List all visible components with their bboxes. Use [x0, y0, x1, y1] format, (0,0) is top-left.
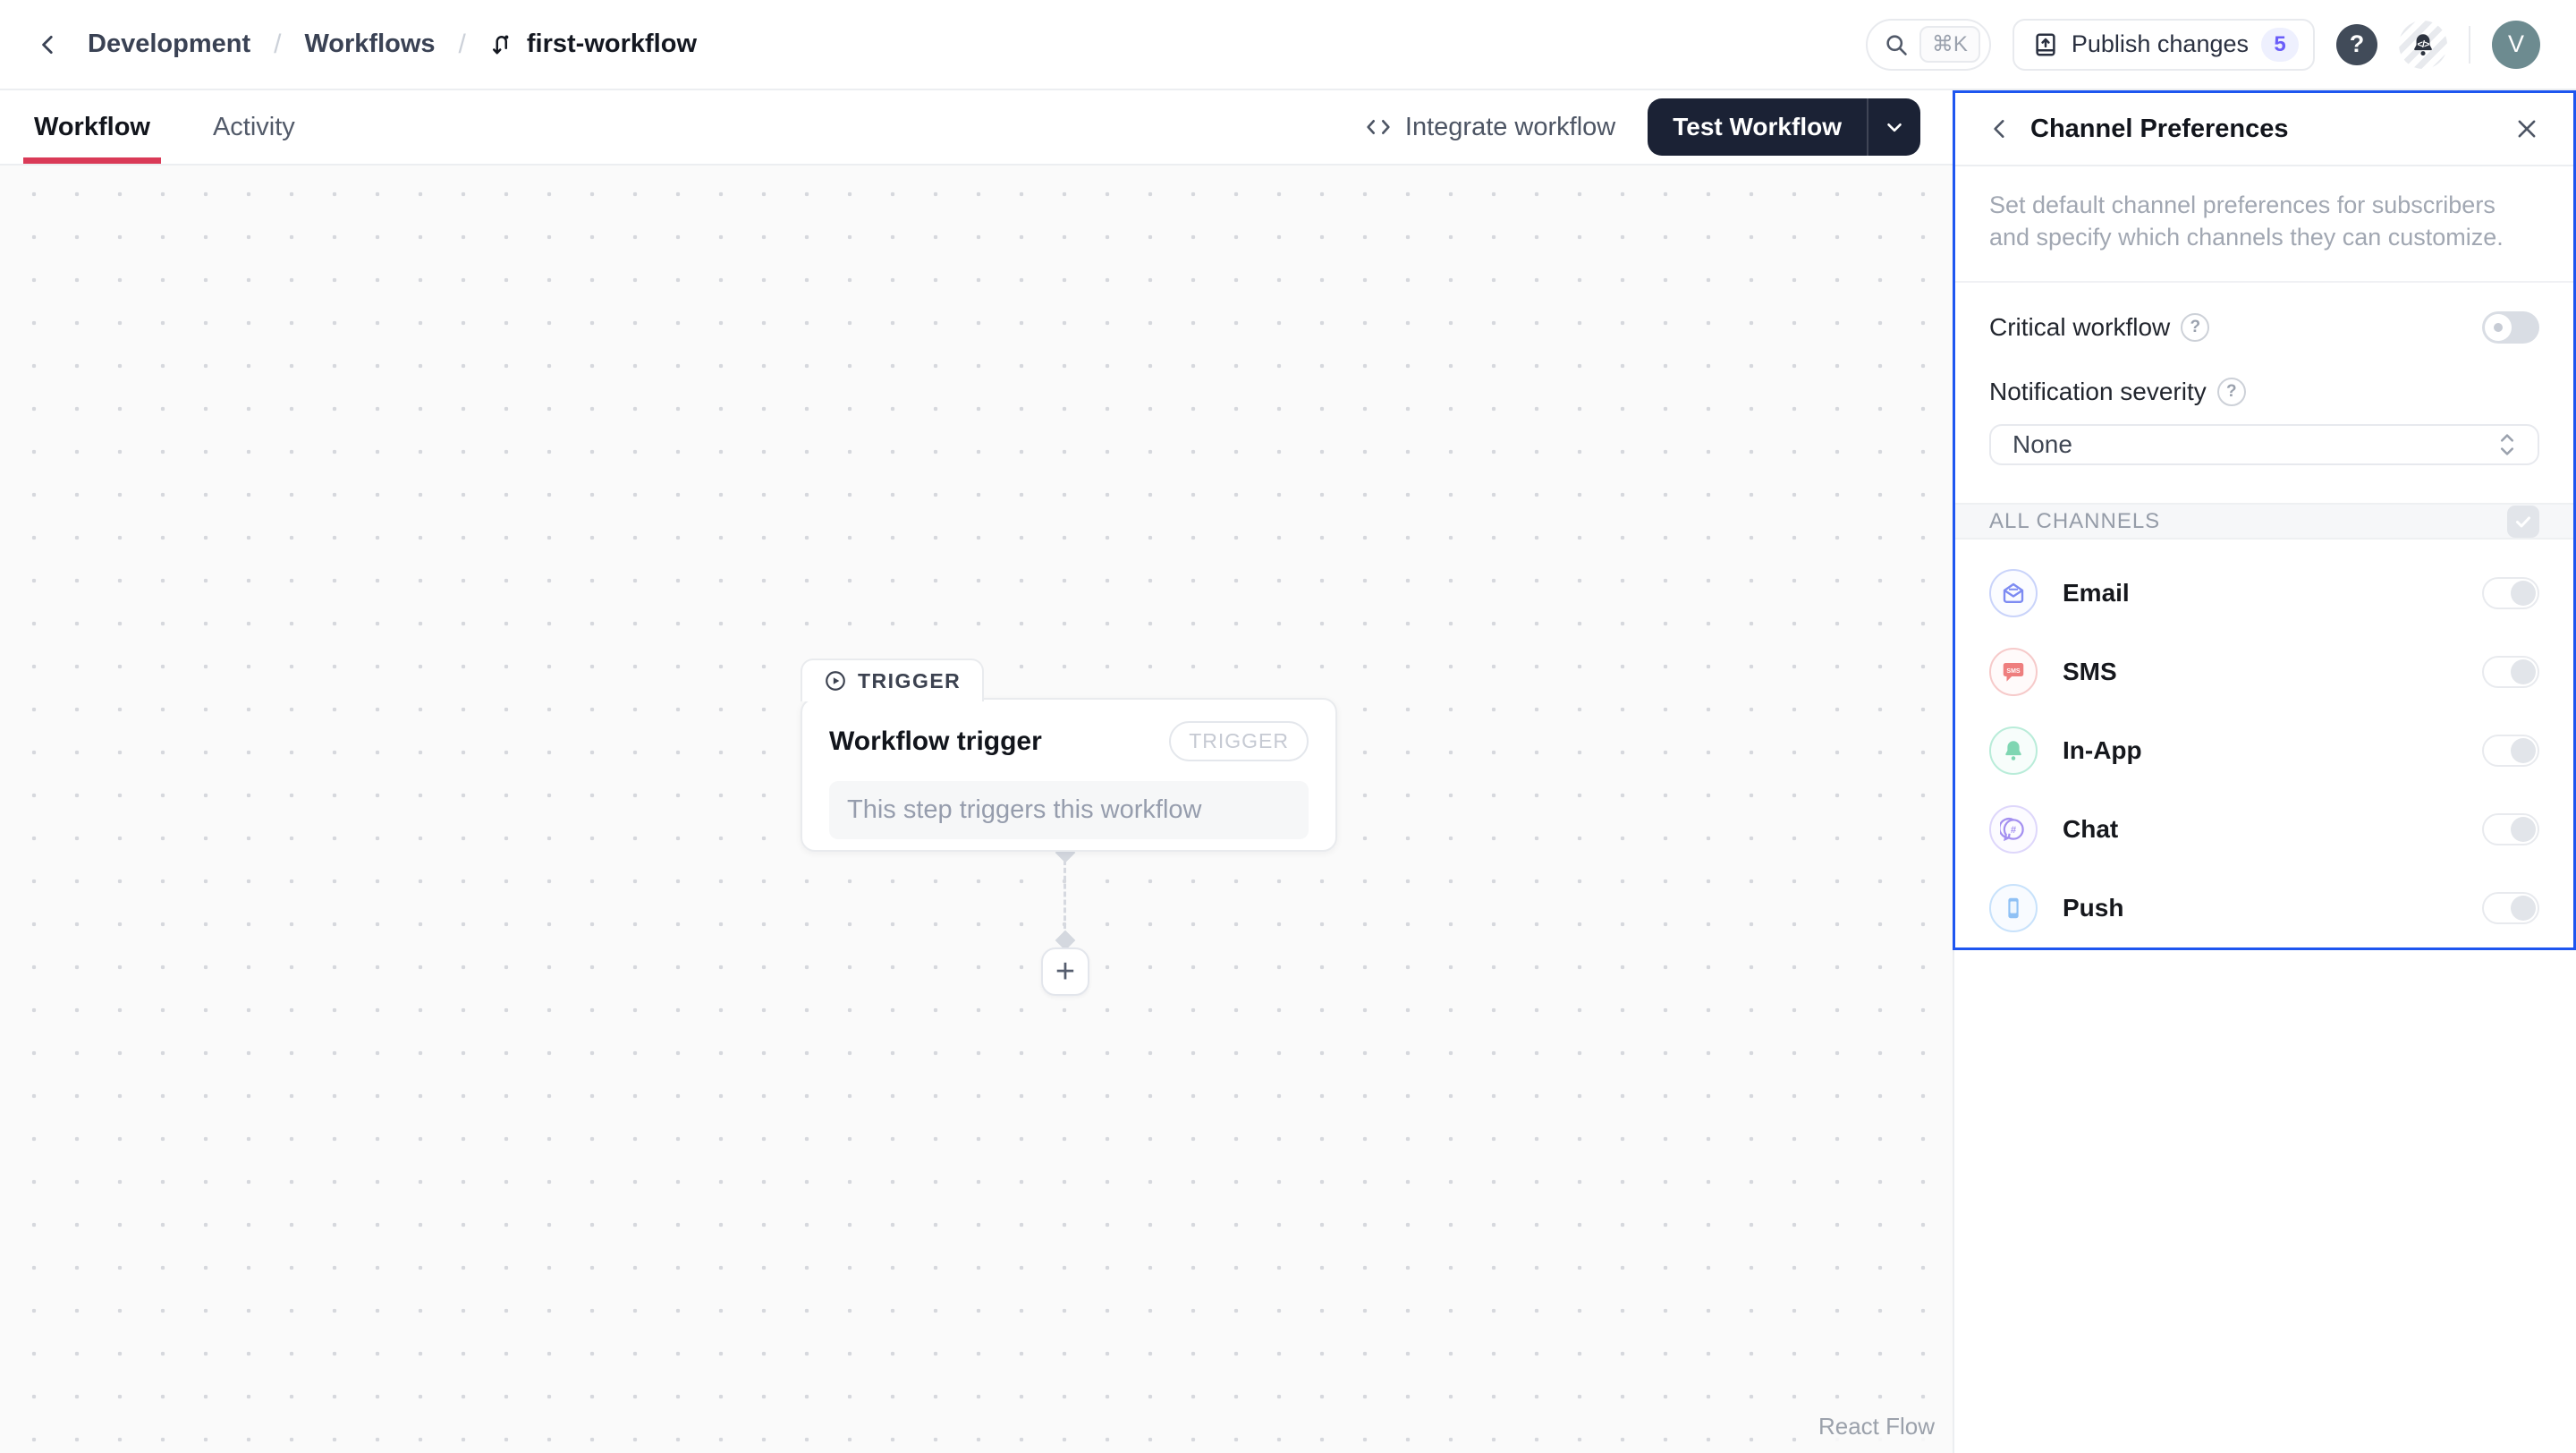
- channel-row-push: Push: [1955, 869, 2573, 947]
- node-trigger-badge: TRIGGER: [1169, 721, 1309, 761]
- channel-row-inapp: In-App: [1955, 711, 2573, 790]
- svg-text:#: #: [2011, 825, 2017, 836]
- in-app-bell-icon: [1989, 726, 2038, 775]
- channel-label: Push: [2063, 894, 2482, 922]
- channel-label: In-App: [2063, 736, 2482, 765]
- channel-row-sms: SMS SMS: [1955, 633, 2573, 711]
- publish-icon: [2032, 31, 2059, 58]
- test-workflow-split-button[interactable]: Test Workflow: [1648, 98, 1920, 156]
- channel-row-chat: # Chat: [1955, 790, 2573, 869]
- toggle-knob: [2485, 314, 2512, 341]
- all-channels-strip: ALL CHANNELS: [1955, 503, 2573, 540]
- tab-activity[interactable]: Activity: [208, 90, 301, 164]
- chat-icon: #: [1989, 805, 2038, 854]
- check-icon: [2512, 511, 2534, 532]
- breadcrumb: Development / Workflows / first-workflow: [32, 29, 697, 61]
- workflow-canvas[interactable]: TRIGGER Workflow trigger TRIGGER This st…: [0, 166, 1953, 1453]
- channel-label: Chat: [2063, 815, 2482, 844]
- breadcrumb-workflows[interactable]: Workflows: [304, 30, 435, 59]
- in-app-toggle[interactable]: [2482, 735, 2539, 767]
- bell-code-glyph: </>: [2418, 39, 2429, 50]
- svg-text:SMS: SMS: [2006, 668, 2021, 675]
- node-title: Workflow trigger: [829, 726, 1042, 757]
- all-channels-checkbox[interactable]: [2507, 506, 2539, 538]
- email-icon: [1989, 569, 2038, 617]
- breadcrumb-environment[interactable]: Development: [88, 30, 250, 59]
- notification-severity-label: Notification severity ?: [1989, 378, 2246, 406]
- chevron-left-icon: [1988, 117, 2012, 140]
- channel-label: Email: [2063, 579, 2482, 608]
- panel-back-button[interactable]: [1982, 111, 2018, 147]
- publish-changes-label: Publish changes: [2072, 30, 2249, 58]
- react-flow-attribution[interactable]: React Flow: [1808, 1409, 1945, 1444]
- tabs: Workflow Activity: [29, 90, 301, 164]
- sms-icon: SMS: [1989, 648, 2038, 696]
- all-channels-label: ALL CHANNELS: [1989, 509, 2160, 534]
- node-description: This step triggers this workflow: [829, 781, 1309, 839]
- chat-toggle[interactable]: [2482, 813, 2539, 845]
- select-chevrons-icon: [2496, 431, 2518, 458]
- breadcrumb-separator: /: [274, 30, 281, 60]
- publish-changes-button[interactable]: Publish changes 5: [2012, 19, 2315, 71]
- push-toggle[interactable]: [2482, 892, 2539, 924]
- critical-workflow-toggle[interactable]: [2482, 311, 2539, 344]
- help-circle-icon[interactable]: ?: [2217, 378, 2246, 406]
- test-workflow-button[interactable]: Test Workflow: [1648, 98, 1867, 156]
- severity-select[interactable]: None: [1989, 424, 2539, 466]
- top-header: Development / Workflows / first-workflow…: [0, 0, 2576, 90]
- notifications-bell-button[interactable]: </>: [2399, 21, 2447, 69]
- push-phone-icon: [1989, 884, 2038, 932]
- code-icon: [1364, 113, 1393, 141]
- breadcrumb-separator: /: [459, 30, 466, 60]
- panel-title: Channel Preferences: [2030, 115, 2507, 144]
- chevron-down-icon: [1883, 115, 1906, 139]
- sms-toggle[interactable]: [2482, 656, 2539, 688]
- test-workflow-dropdown-button[interactable]: [1868, 98, 1920, 156]
- workflow-trigger-node[interactable]: Workflow trigger TRIGGER This step trigg…: [801, 698, 1337, 852]
- side-panel-area: Channel Preferences Set default channel …: [1954, 90, 2576, 1453]
- panel-description: Set default channel preferences for subs…: [1955, 166, 2573, 283]
- channel-list: Email SMS SMS In-App: [1955, 540, 2573, 947]
- node-header: Workflow trigger TRIGGER: [829, 721, 1309, 761]
- user-avatar[interactable]: V: [2492, 21, 2540, 69]
- search-icon: [1884, 32, 1909, 57]
- help-button[interactable]: ?: [2336, 24, 2377, 65]
- email-toggle[interactable]: [2482, 577, 2539, 609]
- toggle-knob: [2511, 817, 2536, 842]
- toggle-knob: [2511, 581, 2536, 606]
- workflow-route-icon: [489, 31, 516, 58]
- header-divider: [2469, 26, 2470, 64]
- integrate-workflow-link[interactable]: Integrate workflow: [1364, 113, 1615, 142]
- critical-workflow-label: Critical workflow ?: [1989, 313, 2209, 342]
- channel-row-email: Email: [1955, 554, 2573, 633]
- header-actions: ⌘K Publish changes 5 ? </> V: [1866, 19, 2540, 71]
- channel-label: SMS: [2063, 658, 2482, 686]
- close-icon: [2514, 116, 2539, 141]
- panel-close-button[interactable]: [2507, 109, 2546, 149]
- toggle-knob: [2511, 896, 2536, 921]
- severity-select-value: None: [2012, 430, 2072, 459]
- tab-bar: Workflow Activity Integrate workflow Tes…: [0, 90, 1953, 166]
- workflow-editor-column: Workflow Activity Integrate workflow Tes…: [0, 90, 1954, 1453]
- search-button[interactable]: ⌘K: [1866, 19, 1991, 71]
- edge-dashed-line: [1063, 860, 1066, 937]
- tab-bar-actions: Integrate workflow Test Workflow: [1364, 98, 1920, 156]
- toggle-knob: [2511, 659, 2536, 684]
- breadcrumb-current[interactable]: first-workflow: [489, 30, 697, 59]
- channel-preferences-panel: Channel Preferences Set default channel …: [1953, 90, 2576, 950]
- panel-header: Channel Preferences: [1955, 93, 2573, 166]
- search-shortcut: ⌘K: [1919, 26, 1980, 63]
- publish-changes-count-badge: 5: [2261, 28, 2299, 62]
- page-body: Workflow Activity Integrate workflow Tes…: [0, 90, 2576, 1453]
- add-step-button[interactable]: +: [1041, 947, 1089, 996]
- help-circle-icon[interactable]: ?: [2181, 313, 2209, 342]
- back-chevron-icon[interactable]: [32, 29, 64, 61]
- trigger-node-tab: TRIGGER: [801, 659, 984, 701]
- play-circle-icon: [824, 669, 847, 693]
- toggle-knob: [2511, 738, 2536, 763]
- tab-workflow[interactable]: Workflow: [29, 90, 156, 164]
- critical-workflow-row: Critical workflow ?: [1955, 311, 2573, 344]
- notification-severity-row: Notification severity ?: [1955, 378, 2573, 406]
